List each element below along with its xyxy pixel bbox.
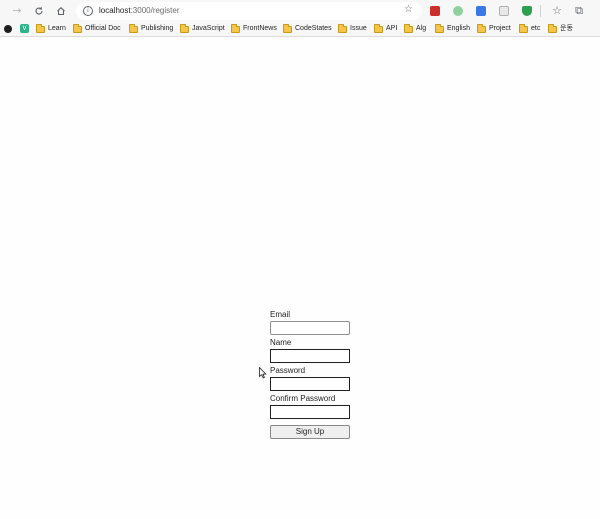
bookmark-label: 운동 [560, 25, 573, 32]
confirm-password-field[interactable] [270, 405, 350, 419]
bookmark-label: Learn [48, 25, 66, 32]
folder-icon [548, 23, 557, 33]
bookmark-label: etc [531, 25, 541, 32]
folder-icon [231, 23, 240, 33]
bookmark-label: English [447, 25, 470, 32]
bookmark-label: Issue [350, 25, 367, 32]
bookmark-label: JavaScript [192, 25, 225, 32]
github-icon[interactable] [4, 25, 12, 33]
toolbar-divider [540, 5, 541, 17]
folder-icon [73, 23, 82, 33]
folder-icon [404, 23, 413, 33]
email-field[interactable] [270, 321, 350, 335]
folder-icon [374, 23, 383, 33]
browser-window: → i localhost:3000/register ☆ ☆ ⧉ V Lear… [0, 0, 600, 519]
bookmark-folder-api[interactable]: API [374, 22, 397, 36]
bookmark-label: CodeStates [295, 25, 332, 32]
back-icon[interactable]: → [10, 4, 24, 18]
sign-up-button[interactable]: Sign Up [270, 425, 350, 439]
folder-icon [477, 23, 486, 33]
bookmark-label: Official Doc [85, 25, 121, 32]
bookmark-folder-learn[interactable]: Learn [36, 22, 66, 36]
name-field[interactable] [270, 349, 350, 363]
reload-icon[interactable] [32, 4, 46, 18]
url-host: localhost [99, 6, 131, 15]
bookmark-label: Project [489, 25, 511, 32]
add-favorite-icon[interactable]: ☆ [404, 4, 413, 15]
bookmark-folder-etc[interactable]: etc [519, 22, 540, 36]
password-field[interactable] [270, 377, 350, 391]
folder-icon [36, 23, 45, 33]
folder-icon [338, 23, 347, 33]
address-bar[interactable]: i localhost:3000/register ☆ [76, 2, 422, 20]
password-label: Password [270, 366, 306, 375]
bookmark-label: Alg [416, 25, 427, 32]
favorites-icon[interactable]: ☆ [550, 4, 564, 18]
bookmark-folder-javascript[interactable]: JavaScript [180, 22, 225, 36]
confirm-password-label: Confirm Password [270, 394, 336, 403]
browser-toolbar: → i localhost:3000/register ☆ ☆ ⧉ [0, 0, 600, 22]
bookmark-folder-project[interactable]: Project [477, 22, 511, 36]
bookmark-label: Publishing [141, 25, 174, 32]
bookmark-folder-exercise[interactable]: 운동 [548, 22, 573, 36]
extension-shield-icon[interactable] [522, 6, 532, 16]
site-info-icon[interactable]: i [83, 6, 93, 16]
bookmark-folder-codestates[interactable]: CodeStates [283, 22, 332, 36]
bookmark-label: FrontNews [243, 25, 277, 32]
extension-page-icon[interactable] [499, 6, 509, 16]
url-path: :3000/register [130, 6, 180, 15]
bookmark-folder-publishing[interactable]: Publishing [129, 22, 173, 36]
extension-translate-icon[interactable] [476, 6, 486, 16]
collections-icon[interactable]: ⧉ [572, 4, 586, 18]
bookmark-folder-alg[interactable]: Alg [404, 22, 426, 36]
folder-icon [180, 23, 189, 33]
bookmark-folder-english[interactable]: English [435, 22, 470, 36]
extension-red-icon[interactable] [430, 6, 440, 16]
register-form: Email Name Password Confirm Password Sig… [270, 309, 352, 439]
page-content: Email Name Password Confirm Password Sig… [0, 37, 600, 519]
bookmark-folder-issue[interactable]: Issue [338, 22, 367, 36]
url-text[interactable]: localhost:3000/register [99, 5, 180, 17]
name-label: Name [270, 338, 292, 347]
bookmark-label: API [386, 25, 398, 32]
home-icon[interactable] [54, 4, 68, 18]
folder-icon [435, 23, 444, 33]
folder-icon [129, 23, 138, 33]
folder-icon [519, 23, 528, 33]
bookmark-folder-official-doc[interactable]: Official Doc [73, 22, 121, 36]
vuetify-icon[interactable]: V [20, 24, 29, 33]
extension-green-icon[interactable] [453, 6, 463, 16]
bookmark-folder-frontnews[interactable]: FrontNews [231, 22, 277, 36]
bookmarks-bar: V Learn Official Doc Publishing JavaScri… [0, 22, 600, 37]
email-label: Email [270, 310, 291, 319]
folder-icon [283, 23, 292, 33]
mouse-cursor-icon [259, 367, 267, 379]
